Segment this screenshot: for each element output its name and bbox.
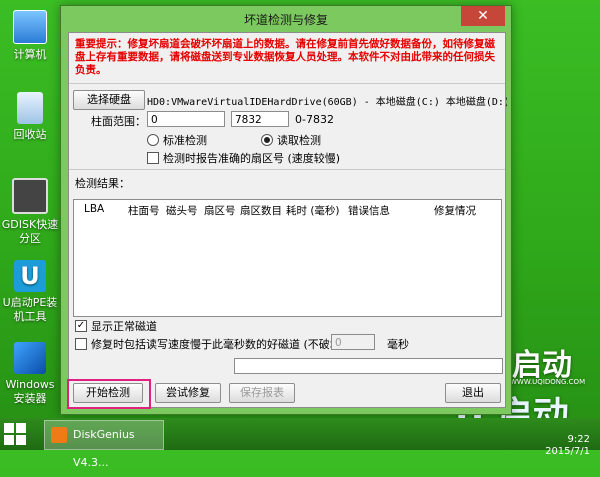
show-normal-checkbox[interactable]: ✓ <box>75 320 87 332</box>
desktop-icon-windows-installer[interactable]: Windows安装器 <box>0 342 60 406</box>
warning-notice: 重要提示：修复坏扇道会破坏坏扇道上的数据。请在修复前首先做好数据备份，如待修复磁… <box>75 38 495 76</box>
windows-logo-icon <box>16 423 26 433</box>
start-scan-button[interactable]: 开始检测 <box>73 383 143 403</box>
title-bar[interactable]: 坏道检测与修复 ✕ <box>61 6 511 32</box>
computer-icon <box>13 10 47 44</box>
taskbar: DiskGenius V4.3... 9:22 2015/7/1 <box>0 418 600 469</box>
mode-read-radio[interactable] <box>261 134 273 146</box>
divider <box>69 83 505 84</box>
close-button[interactable]: ✕ <box>461 6 505 26</box>
try-repair-button[interactable]: 尝试修复 <box>155 383 221 403</box>
desktop-icon-u-tool[interactable]: U U启动PE装机工具 <box>0 260 60 324</box>
brand-url: WWW.UQIDONG.COM <box>510 378 586 386</box>
results-table[interactable]: LBA 柱面号 磁头号 扇区号 扇区数目 耗时 (毫秒) 错误信息 修复情况 <box>73 199 502 317</box>
recycle-bin-icon <box>17 92 43 124</box>
bad-sector-dialog: 坏道检测与修复 ✕ 重要提示：修复坏扇道会破坏坏扇道上的数据。请在修复前首先做好… <box>60 5 512 415</box>
column-header[interactable]: 错误信息 <box>348 203 390 218</box>
mode-standard-label[interactable]: 标准检测 <box>163 132 207 148</box>
repair-slow-checkbox[interactable] <box>75 338 87 350</box>
column-header[interactable]: 扇区号 <box>204 203 236 218</box>
windows-logo-icon <box>4 435 14 445</box>
u-boot-tool-icon: U <box>14 260 46 292</box>
diskgenius-icon <box>51 427 67 443</box>
mode-standard-radio[interactable] <box>147 134 159 146</box>
ms-unit-label: 毫秒 <box>387 338 409 351</box>
column-header[interactable]: 柱面号 <box>128 203 160 218</box>
system-clock[interactable]: 9:22 2015/7/1 <box>545 434 590 458</box>
disk-path: HD0:VMwareVirtualIDEHardDrive(60GB) - 本地… <box>147 97 507 108</box>
cylinder-to-input[interactable]: 7832 <box>231 111 289 127</box>
mode-read-label[interactable]: 读取检测 <box>277 132 321 148</box>
windows-installer-icon <box>14 342 46 374</box>
gdisk-icon <box>12 178 48 214</box>
column-header[interactable]: 耗时 (毫秒) <box>286 203 340 218</box>
save-report-button[interactable]: 保存报表 <box>229 383 295 403</box>
column-header[interactable]: 修复情况 <box>434 203 476 218</box>
exit-button[interactable]: 退出 <box>445 383 501 403</box>
window-title: 坏道检测与修复 <box>243 13 328 27</box>
cylinder-from-input[interactable]: 0 <box>147 111 225 127</box>
results-label: 检测结果： <box>75 177 130 190</box>
cylinder-range-label: 柱面范围： <box>91 115 146 128</box>
dialog-client: 重要提示：修复坏扇道会破坏坏扇道上的数据。请在修复前首先做好数据备份，如待修复磁… <box>67 32 507 409</box>
column-header[interactable]: 扇区数目 <box>240 203 282 218</box>
slow-ms-input[interactable]: 0 <box>331 334 375 350</box>
start-button[interactable] <box>4 423 26 445</box>
desktop-icon-recycle-bin[interactable]: 回收站 <box>0 92 60 142</box>
desktop-icon-computer[interactable]: 计算机 <box>0 10 60 62</box>
divider <box>69 169 505 170</box>
range-hint: 0-7832 <box>295 113 334 126</box>
taskbar-item-diskgenius[interactable]: DiskGenius V4.3... <box>44 420 164 469</box>
show-normal-label[interactable]: 显示正常磁道 <box>91 318 157 334</box>
windows-logo-icon <box>16 435 26 445</box>
progress-bar <box>234 358 503 374</box>
report-sector-label[interactable]: 检测时报告准确的扇区号 (速度较慢) <box>163 150 340 166</box>
column-header[interactable]: LBA <box>84 203 104 215</box>
select-disk-button[interactable]: 选择硬盘 <box>73 90 145 110</box>
windows-logo-icon <box>4 423 14 433</box>
report-sector-checkbox[interactable] <box>147 152 159 164</box>
desktop-icon-gdisk[interactable]: GDISK快速分区 <box>0 178 60 246</box>
column-header[interactable]: 磁头号 <box>166 203 198 218</box>
